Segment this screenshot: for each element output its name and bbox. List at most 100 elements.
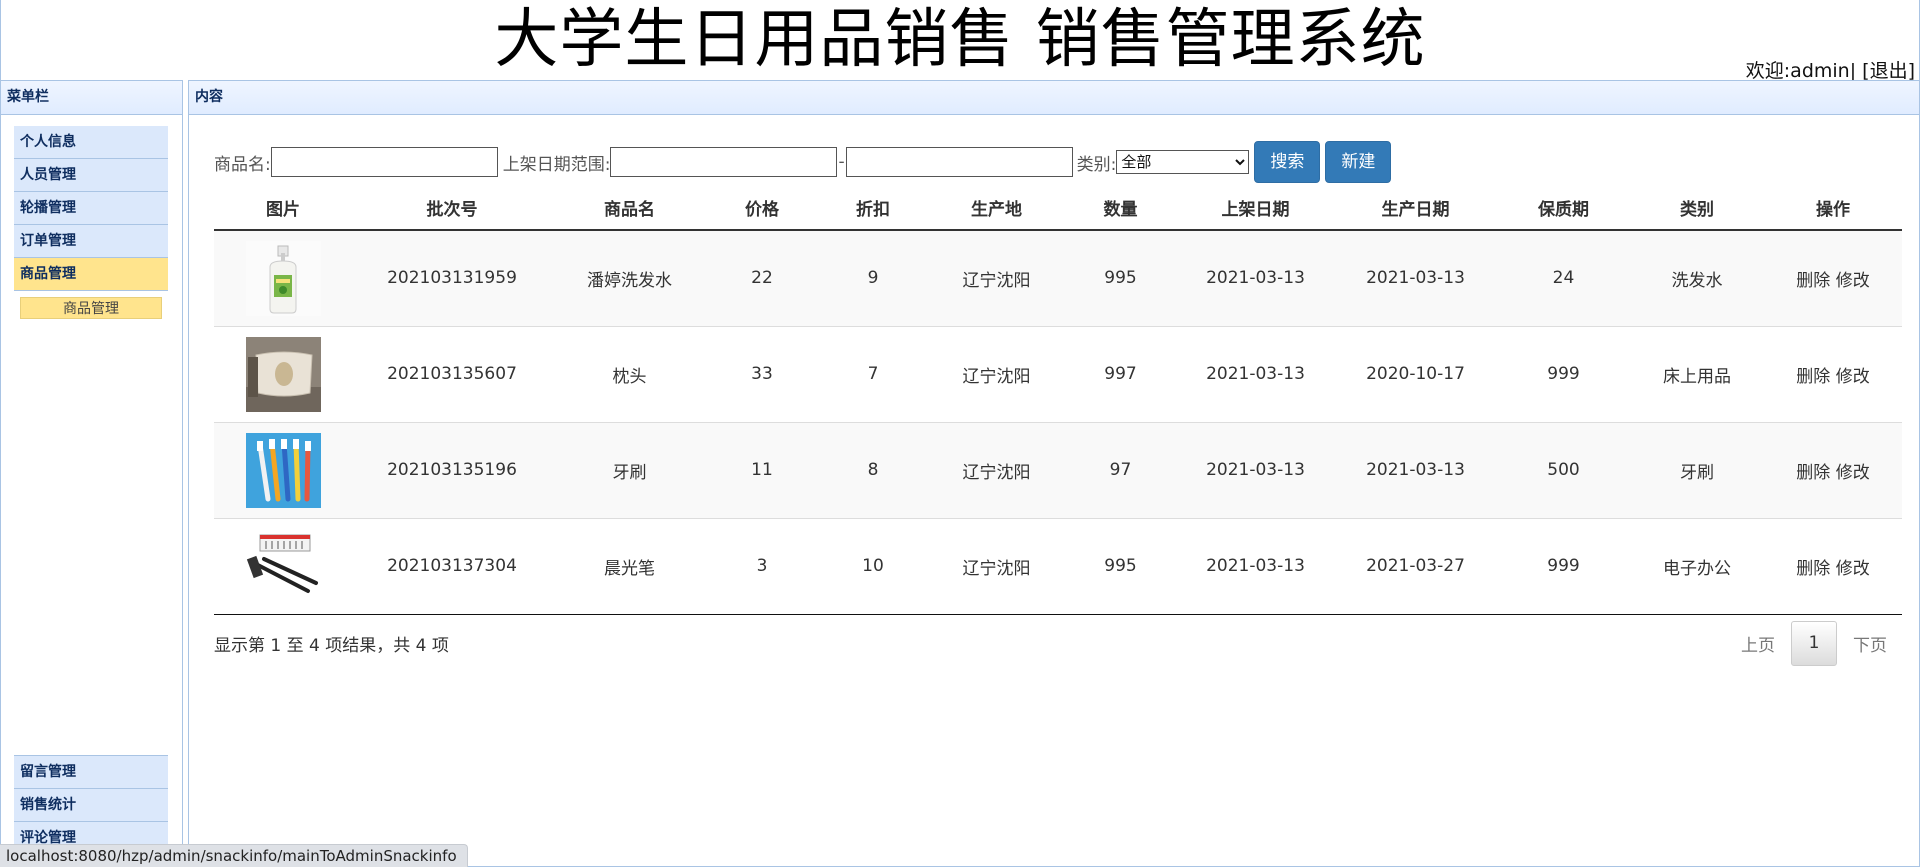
table-cell-price: 3	[707, 517, 817, 615]
date-to-input[interactable]	[845, 147, 1073, 177]
table-cell-price: 22	[707, 229, 817, 326]
sidebar-item-messages[interactable]: 留言管理	[14, 756, 168, 789]
col-price: 价格	[707, 185, 817, 231]
table-cell-name: 潘婷洗发水	[552, 229, 707, 326]
sidebar-subitem-product-management[interactable]: 商品管理	[20, 297, 162, 319]
delete-link[interactable]: 删除	[1796, 271, 1830, 291]
table-cell-name: 牙刷	[552, 421, 707, 518]
table-cell-qty: 997	[1064, 325, 1177, 422]
col-qty: 数量	[1064, 185, 1177, 231]
table-header-row: 图片 批次号 商品名 价格 折扣 生产地 数量 上架日期 生产日期 保质期 类别…	[214, 185, 1902, 231]
sidebar-submenu-products: 商品管理	[14, 291, 168, 327]
table-cell-category: 电子办公	[1630, 517, 1764, 615]
edit-link[interactable]: 修改	[1836, 367, 1870, 387]
edit-link[interactable]: 修改	[1836, 463, 1870, 483]
welcome-text: 欢迎:admin|	[1745, 60, 1857, 82]
col-shelf: 保质期	[1497, 185, 1630, 231]
table-cell-actions: 删除 修改	[1764, 325, 1902, 422]
date-from-input[interactable]	[610, 147, 838, 177]
sidebar-menu: 个人信息 人员管理 轮播管理 订单管理 商品管理 商品管理	[14, 126, 168, 327]
table-cell-discount: 7	[817, 325, 929, 422]
table-cell-actions: 删除 修改	[1764, 421, 1902, 518]
table-cell-origin: 辽宁沈阳	[929, 325, 1064, 422]
pagination: 上页 1 下页	[1725, 621, 1903, 666]
sidebar-item-orders[interactable]: 订单管理	[14, 225, 168, 258]
table-cell-produced: 2021-03-27	[1334, 517, 1497, 615]
product-name-input[interactable]	[270, 147, 498, 177]
product-name-label: 商品名:	[214, 154, 271, 175]
table-cell-image	[214, 517, 352, 615]
sidebar-menu-bottom: 留言管理 销售统计 评论管理	[14, 755, 168, 855]
pagination-info: 显示第 1 至 4 项结果，共 4 项	[214, 636, 449, 656]
table-cell-listed: 2021-03-13	[1177, 325, 1334, 422]
sidebar-title: 菜单栏	[1, 81, 182, 115]
date-range-label: 上架日期范围:	[502, 154, 611, 175]
col-origin: 生产地	[929, 185, 1064, 231]
current-page-button[interactable]: 1	[1791, 621, 1837, 666]
table-cell-produced: 2021-03-13	[1334, 421, 1497, 518]
new-button[interactable]: 新建	[1325, 141, 1392, 183]
product-table: 图片 批次号 商品名 价格 折扣 生产地 数量 上架日期 生产日期 保质期 类别…	[214, 185, 1902, 615]
sidebar-item-sales-stats[interactable]: 销售统计	[14, 789, 168, 822]
delete-link[interactable]: 删除	[1796, 367, 1830, 387]
table-cell-shelf: 999	[1497, 325, 1630, 422]
edit-link[interactable]: 修改	[1836, 559, 1870, 579]
table-cell-shelf: 24	[1497, 229, 1630, 326]
table-cell-origin: 辽宁沈阳	[929, 229, 1064, 326]
user-welcome: 欢迎:admin| [退出]	[1746, 56, 1915, 83]
sidebar: 菜单栏 个人信息 人员管理 轮播管理 订单管理 商品管理 商品管理 留言管理 销…	[0, 80, 183, 867]
toothbrush-image	[245, 432, 321, 508]
next-page-button[interactable]: 下页	[1837, 631, 1903, 656]
table-cell-image	[214, 229, 352, 326]
col-name: 商品名	[552, 185, 707, 231]
sidebar-item-users[interactable]: 人员管理	[14, 159, 168, 192]
table-cell-listed: 2021-03-13	[1177, 421, 1334, 518]
table-cell-name: 晨光笔	[552, 517, 707, 615]
col-image: 图片	[214, 185, 352, 231]
sidebar-item-profile[interactable]: 个人信息	[14, 126, 168, 159]
page-title: 大学生日用品销售 销售管理系统	[494, 3, 1426, 77]
col-listed: 上架日期	[1177, 185, 1334, 231]
content-panel: 内容 商品名: 上架日期范围: - 类别: 全部 搜索 新建 图片 批次号 商品…	[188, 80, 1920, 867]
content-title: 内容	[189, 81, 1919, 115]
shampoo-bottle-image	[245, 240, 321, 316]
col-actions: 操作	[1764, 185, 1902, 231]
col-category: 类别	[1630, 185, 1764, 231]
table-cell-origin: 辽宁沈阳	[929, 421, 1064, 518]
table-cell-batch: 202103131959	[352, 229, 552, 326]
table-cell-image	[214, 325, 352, 422]
col-batch: 批次号	[352, 185, 552, 231]
table-cell-category: 牙刷	[1630, 421, 1764, 518]
table-cell-discount: 9	[817, 229, 929, 326]
edit-link[interactable]: 修改	[1836, 271, 1870, 291]
search-bar: 商品名: 上架日期范围: - 类别: 全部 搜索 新建	[214, 141, 1392, 183]
sidebar-item-products[interactable]: 商品管理	[14, 258, 168, 291]
table-cell-price: 11	[707, 421, 817, 518]
category-label: 类别:	[1076, 154, 1117, 175]
table-cell-image	[214, 421, 352, 518]
table-cell-category: 洗发水	[1630, 229, 1764, 326]
category-select[interactable]: 全部	[1116, 150, 1250, 174]
sidebar-item-carousel[interactable]: 轮播管理	[14, 192, 168, 225]
delete-link[interactable]: 删除	[1796, 559, 1830, 579]
col-discount: 折扣	[817, 185, 929, 231]
table-cell-price: 33	[707, 325, 817, 422]
col-produced: 生产日期	[1334, 185, 1497, 231]
table-cell-name: 枕头	[552, 325, 707, 422]
table-row: 202103137304 晨光笔 3 10 辽宁沈阳 995 2021-03-1…	[214, 517, 1902, 615]
prev-page-button[interactable]: 上页	[1725, 631, 1791, 656]
table-cell-produced: 2020-10-17	[1334, 325, 1497, 422]
table-cell-shelf: 999	[1497, 517, 1630, 615]
table-cell-actions: 删除 修改	[1764, 229, 1902, 326]
delete-link[interactable]: 删除	[1796, 463, 1830, 483]
table-cell-listed: 2021-03-13	[1177, 229, 1334, 326]
table-cell-batch: 202103135607	[352, 325, 552, 422]
pillow-image	[245, 336, 321, 412]
search-button[interactable]: 搜索	[1254, 141, 1321, 183]
page-header: 大学生日用品销售 销售管理系统 欢迎:admin| [退出]	[0, 0, 1920, 83]
table-cell-origin: 辽宁沈阳	[929, 517, 1064, 615]
table-cell-category: 床上用品	[1630, 325, 1764, 422]
table-cell-produced: 2021-03-13	[1334, 229, 1497, 326]
logout-link[interactable]: [退出]	[1862, 60, 1915, 82]
table-cell-batch: 202103135196	[352, 421, 552, 518]
